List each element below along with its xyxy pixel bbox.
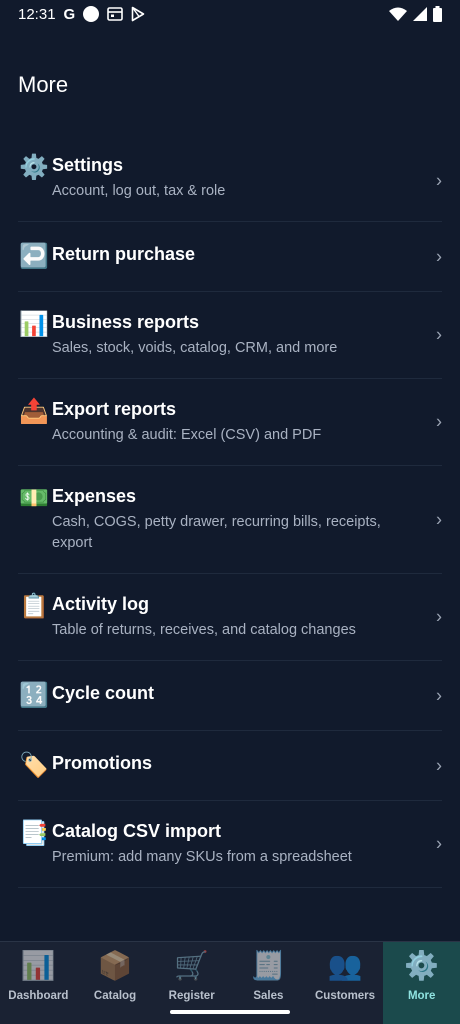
chevron-right-icon: › <box>436 755 442 775</box>
menu-list: ⚙️ Settings Account, log out, tax & role… <box>18 140 442 888</box>
customers-icon: 👥 <box>327 950 363 981</box>
menu-item-label: Cycle count <box>52 683 155 703</box>
menu-item-label: Expenses <box>52 486 137 506</box>
tab-label: Sales <box>253 990 284 1002</box>
status-bar: 12:31 G <box>0 0 460 28</box>
cash-icon: 💵 <box>19 485 49 512</box>
tab-label: Catalog <box>93 990 137 1002</box>
register-cart-icon: 🛒 <box>174 950 210 981</box>
tab-label: More <box>407 990 436 1002</box>
menu-item-promotions[interactable]: 🏷️ Promotions › <box>18 731 442 801</box>
page-title: More <box>18 72 69 97</box>
menu-item-subtitle: Table of returns, receives, and catalog … <box>52 622 356 638</box>
tab-more[interactable]: ⚙️ More <box>383 942 460 1024</box>
play-store-icon <box>131 6 145 22</box>
menu-item-return-purchase[interactable]: ↩️ Return purchase › <box>18 222 442 292</box>
menu-item-expenses[interactable]: 💵 Expenses Cash, COGS, petty drawer, rec… <box>18 466 442 574</box>
home-indicator[interactable] <box>170 1010 290 1014</box>
menu-item-subtitle: Cash, COGS, petty drawer, recurring bill… <box>52 514 381 551</box>
calendar-icon <box>107 7 124 21</box>
dashboard-icon: 📊 <box>20 950 56 981</box>
chevron-right-icon: › <box>436 324 442 345</box>
tag-icon: 🏷️ <box>19 752 49 779</box>
menu-item-label: Return purchase <box>52 244 196 264</box>
menu-item-subtitle: Premium: add many SKUs from a spreadshee… <box>52 849 352 865</box>
tab-label: Register <box>168 990 215 1002</box>
wifi-icon <box>389 7 407 21</box>
google-icon: G <box>63 5 76 23</box>
bar-chart-icon: 📊 <box>19 311 49 338</box>
menu-item-label: Business reports <box>52 312 200 332</box>
menu-item-subtitle: Accounting & audit: Excel (CSV) and PDF <box>52 427 322 443</box>
chevron-right-icon: › <box>436 509 442 529</box>
menu-item-label: Catalog CSV import <box>52 821 222 841</box>
more-gear-icon: ⚙️ <box>404 950 440 981</box>
document-tabs-icon: 📑 <box>19 820 49 847</box>
clipboard-icon: 📋 <box>19 593 49 620</box>
return-arrow-icon: ↩️ <box>19 243 49 270</box>
chevron-right-icon: › <box>436 246 442 266</box>
tab-dashboard[interactable]: 📊 Dashboard <box>0 942 77 1024</box>
chevron-right-icon: › <box>436 411 442 432</box>
menu-item-activity-log[interactable]: 📋 Activity log Table of returns, receive… <box>18 574 442 661</box>
battery-icon <box>433 6 442 22</box>
menu-item-label: Promotions <box>52 753 153 773</box>
menu-item-subtitle: Account, log out, tax & role <box>52 183 226 199</box>
tab-label: Dashboard <box>8 990 69 1002</box>
menu-item-cycle-count[interactable]: 🔢 Cycle count › <box>18 661 442 731</box>
menu-item-label: Activity log <box>52 594 150 614</box>
menu-item-settings[interactable]: ⚙️ Settings Account, log out, tax & role… <box>18 140 442 222</box>
menu-item-export-reports[interactable]: 📤 Export reports Accounting & audit: Exc… <box>18 379 442 466</box>
status-time: 12:31 <box>18 5 56 23</box>
chevron-right-icon: › <box>436 833 442 854</box>
chevron-right-icon: › <box>436 170 442 190</box>
menu-item-catalog-csv-import[interactable]: 📑 Catalog CSV import Premium: add many S… <box>18 801 442 888</box>
sales-receipt-icon: 🧾 <box>250 950 286 981</box>
menu-item-label: Export reports <box>52 399 177 419</box>
chevron-right-icon: › <box>436 685 442 705</box>
gear-icon: ⚙️ <box>19 154 49 181</box>
menu-item-business-reports[interactable]: 📊 Business reports Sales, stock, voids, … <box>18 292 442 379</box>
catalog-box-icon: 📦 <box>97 950 133 981</box>
signal-icon <box>413 7 427 21</box>
tab-label: Customers <box>314 990 376 1002</box>
menu-item-subtitle: Sales, stock, voids, catalog, CRM, and m… <box>52 340 338 356</box>
tab-catalog[interactable]: 📦 Catalog <box>77 942 154 1024</box>
notification-dot-icon <box>83 6 100 22</box>
numbers-icon: 🔢 <box>19 682 49 709</box>
bottom-nav: 📊 Dashboard 📦 Catalog 🛒 Register 🧾 Sales… <box>0 941 460 1024</box>
chevron-right-icon: › <box>436 606 442 627</box>
outbox-tray-icon: 📤 <box>19 398 49 425</box>
menu-item-label: Settings <box>52 155 124 175</box>
tab-customers[interactable]: 👥 Customers <box>307 942 384 1024</box>
